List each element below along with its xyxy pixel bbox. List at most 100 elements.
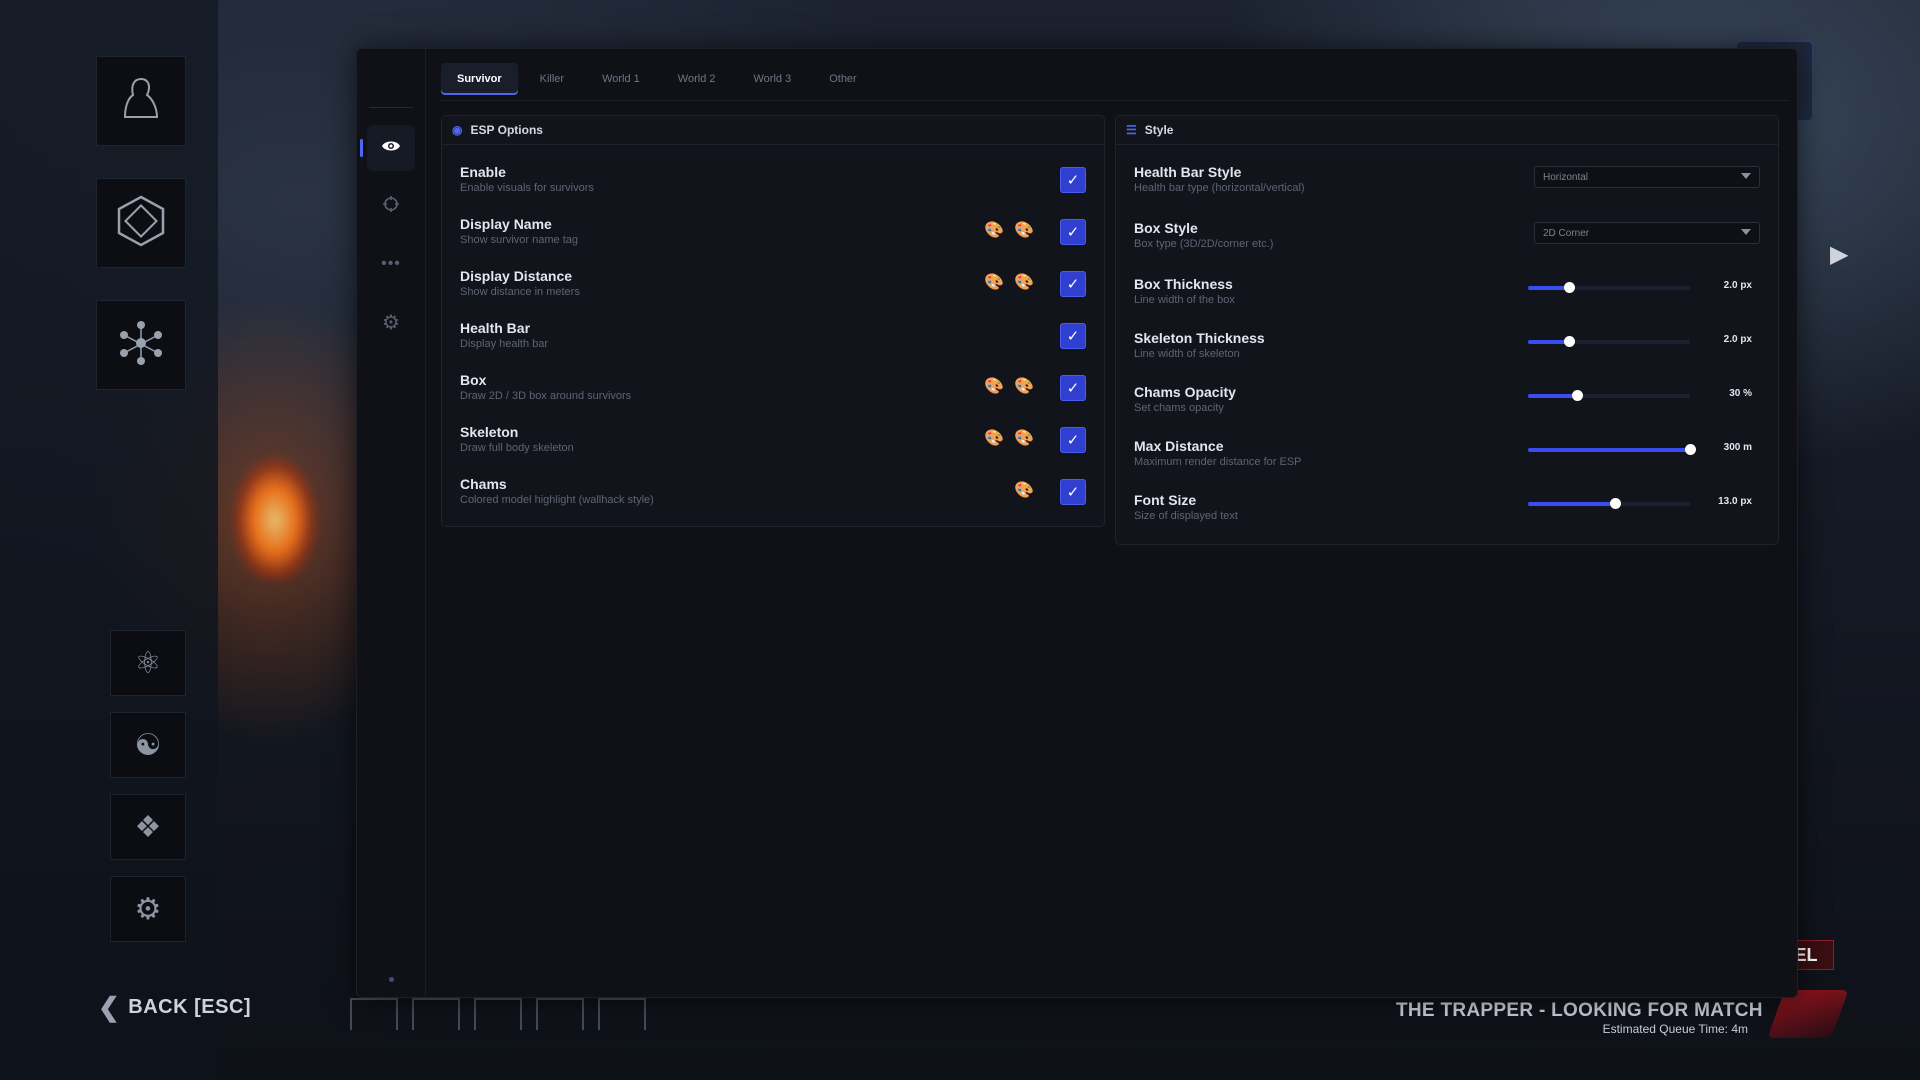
color-picker-icon[interactable]: 🎨 <box>984 222 1004 240</box>
tab-bar: Survivor Killer World 1 World 2 World 3 … <box>441 63 873 99</box>
bottom-toolbar <box>350 998 646 1030</box>
select-value: 2D Corner <box>1543 227 1590 239</box>
back-label: BACK [ESC] <box>128 996 252 1018</box>
game-item-tile-3[interactable]: ❖ <box>110 794 186 860</box>
setting-desc: Health bar type (horizontal/vertical) <box>1134 182 1305 194</box>
slider-value: 13.0 px <box>1718 496 1752 507</box>
sidebar-item-settings[interactable]: ⚙ <box>367 299 415 345</box>
game-character-tile[interactable] <box>96 56 186 146</box>
setting-max-distance: Max Distance Maximum render distance for… <box>1134 436 1760 480</box>
option-label: Display Distance <box>460 268 573 284</box>
option-desc: Show distance in meters <box>460 286 580 298</box>
sidebar-item-visuals[interactable] <box>360 125 415 171</box>
tab-world-1[interactable]: World 1 <box>586 63 656 95</box>
tab-divider <box>441 100 1789 101</box>
back-button[interactable]: ❮ BACK [ESC] <box>98 992 251 1023</box>
slider-handle[interactable] <box>1563 282 1575 293</box>
color-picker-icon[interactable]: 🎨 <box>984 430 1004 448</box>
tab-world-2[interactable]: World 2 <box>662 63 732 95</box>
display-name-checkbox[interactable]: ✓ <box>1060 219 1086 245</box>
perk-icon: ❖ <box>134 810 162 844</box>
option-desc: Colored model highlight (wallhack style) <box>460 494 654 506</box>
sidebar-item-misc[interactable]: ••• <box>367 241 415 287</box>
chams-opacity-slider[interactable] <box>1528 390 1690 401</box>
check-icon: ✓ <box>1066 172 1080 189</box>
option-box: Box Draw 2D / 3D box around survivors 🎨 … <box>460 370 1086 410</box>
toolbar-icon-3[interactable] <box>474 998 522 1030</box>
color-picker-icon[interactable]: 🎨 <box>1014 222 1034 240</box>
setting-label: Max Distance <box>1134 438 1224 454</box>
setting-label: Health Bar Style <box>1134 164 1242 180</box>
box-checkbox[interactable]: ✓ <box>1060 375 1086 401</box>
slider-handle[interactable] <box>1571 390 1583 401</box>
tab-killer[interactable]: Killer <box>524 63 580 95</box>
setting-skeleton-thickness: Skeleton Thickness Line width of skeleto… <box>1134 328 1760 372</box>
toolbar-icon-1[interactable] <box>350 998 398 1030</box>
crosshair-icon <box>382 195 400 218</box>
offering-icon: ☯ <box>134 728 162 762</box>
chevron-right-icon[interactable]: ▶ <box>1830 240 1848 269</box>
setting-desc: Set chams opacity <box>1134 402 1224 414</box>
color-picker-icon[interactable]: 🎨 <box>984 378 1004 396</box>
enable-checkbox[interactable]: ✓ <box>1060 167 1086 193</box>
hexagon-icon <box>111 191 171 256</box>
setting-chams-opacity: Chams Opacity Set chams opacity 30 % <box>1134 382 1760 426</box>
slider-handle[interactable] <box>1685 444 1696 455</box>
game-loadout-tile[interactable] <box>96 178 186 268</box>
chevron-left-icon: ❮ <box>98 992 121 1022</box>
option-desc: Show survivor name tag <box>460 234 578 246</box>
setting-font-size: Font Size Size of displayed text 13.0 px <box>1134 490 1760 534</box>
setting-label: Skeleton Thickness <box>1134 330 1265 346</box>
bloodweb-icon <box>111 313 171 378</box>
game-item-tile-2[interactable]: ☯ <box>110 712 186 778</box>
game-item-tile-4[interactable]: ⚙ <box>110 876 186 942</box>
color-picker-icon[interactable]: 🎨 <box>984 274 1004 292</box>
tab-other[interactable]: Other <box>813 63 873 95</box>
tab-world-3[interactable]: World 3 <box>738 63 808 95</box>
option-label: Health Bar <box>460 320 531 336</box>
match-status: THE TRAPPER - LOOKING FOR MATCH <box>1396 1000 1763 1021</box>
chevron-down-icon <box>1741 229 1751 235</box>
slider-value: 30 % <box>1729 388 1752 399</box>
toolbar-icon-2[interactable] <box>412 998 460 1030</box>
color-picker-icon[interactable]: 🎨 <box>1014 378 1034 396</box>
health-bar-checkbox[interactable]: ✓ <box>1060 323 1086 349</box>
setting-label: Box Thickness <box>1134 276 1233 292</box>
box-style-select[interactable]: 2D Corner <box>1534 222 1760 244</box>
font-size-slider[interactable] <box>1528 498 1690 509</box>
game-bloodweb-tile[interactable] <box>96 300 186 390</box>
style-panel-header: ☰ Style <box>1116 116 1778 145</box>
list-icon: ☰ <box>1126 123 1137 137</box>
display-distance-checkbox[interactable]: ✓ <box>1060 271 1086 297</box>
slider-fill <box>1528 502 1616 506</box>
tab-survivor[interactable]: Survivor <box>441 63 518 95</box>
slider-handle[interactable] <box>1610 498 1622 509</box>
esp-panel-header: ◉ ESP Options <box>442 116 1104 145</box>
option-chams: Chams Colored model highlight (wallhack … <box>460 474 1086 514</box>
color-picker-icon[interactable]: 🎨 <box>1014 482 1034 500</box>
item-icon: ⚛ <box>134 646 162 680</box>
option-health-bar: Health Bar Display health bar ✓ <box>460 318 1086 358</box>
color-picker-icon[interactable]: 🎨 <box>1014 274 1034 292</box>
toolbar-icon-4[interactable] <box>536 998 584 1030</box>
color-picker-icon[interactable]: 🎨 <box>1014 430 1034 448</box>
game-item-tile-1[interactable]: ⚛ <box>110 630 186 696</box>
menu-sidebar: ••• ⚙ <box>357 49 426 997</box>
sidebar-item-aim[interactable] <box>367 183 415 229</box>
skeleton-checkbox[interactable]: ✓ <box>1060 427 1086 453</box>
check-icon: ✓ <box>1066 328 1080 345</box>
slider-handle[interactable] <box>1563 336 1575 347</box>
toolbar-icon-5[interactable] <box>598 998 646 1030</box>
option-desc: Display health bar <box>460 338 549 350</box>
box-thickness-slider[interactable] <box>1528 282 1690 293</box>
health-bar-style-select[interactable]: Horizontal <box>1534 166 1760 188</box>
skeleton-thickness-slider[interactable] <box>1528 336 1690 347</box>
setting-label: Box Style <box>1134 220 1198 236</box>
setting-box-thickness: Box Thickness Line width of the box 2.0 … <box>1134 274 1760 318</box>
check-icon: ✓ <box>1066 484 1080 501</box>
max-distance-slider[interactable] <box>1528 444 1696 455</box>
setting-desc: Box type (3D/2D/corner etc.) <box>1134 238 1274 250</box>
slider-fill <box>1528 340 1569 344</box>
chams-checkbox[interactable]: ✓ <box>1060 479 1086 505</box>
check-icon: ✓ <box>1066 380 1080 397</box>
